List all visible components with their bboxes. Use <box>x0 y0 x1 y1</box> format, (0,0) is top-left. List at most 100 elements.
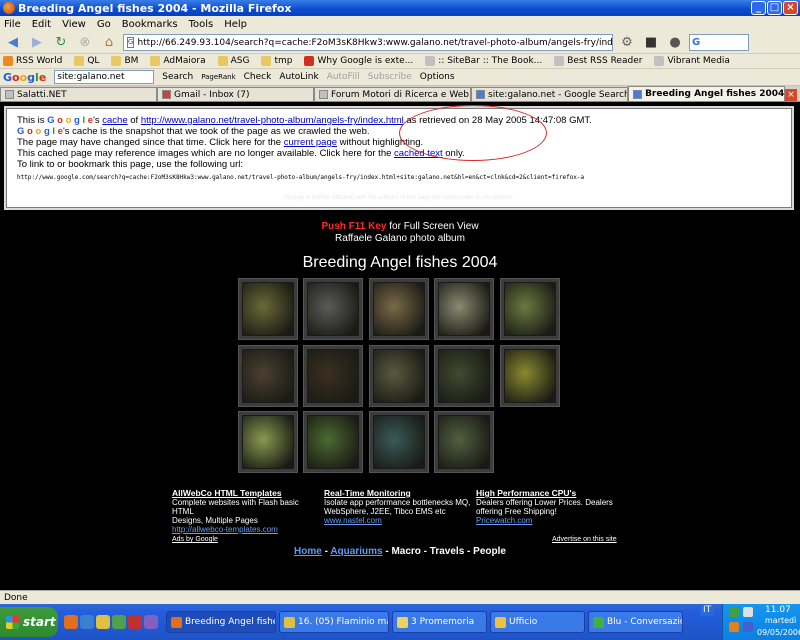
google-logo[interactable]: Google <box>3 71 46 84</box>
taskbar-item-ufficio[interactable]: Ufficio <box>490 611 585 633</box>
bookmark-folder[interactable]: BM <box>111 56 138 66</box>
go-icon[interactable]: ⚙ <box>617 34 637 52</box>
google-search-button[interactable]: Search <box>162 72 193 82</box>
menu-go[interactable]: Go <box>97 19 111 30</box>
tray-icon[interactable] <box>743 607 753 617</box>
forward-arrow-icon[interactable]: ▶ <box>27 34 47 52</box>
pagerank-indicator[interactable]: PageRank <box>201 73 235 81</box>
reload-icon[interactable]: ↻ <box>51 34 71 52</box>
google-toolbar-search-input[interactable]: site:galano.net <box>54 70 155 84</box>
photo-thumbnail[interactable] <box>303 411 363 473</box>
tray-icon[interactable] <box>743 622 753 632</box>
original-url-link[interactable]: http://www.galano.net/travel-photo-album… <box>141 115 404 126</box>
app-quicklaunch-icon[interactable] <box>144 615 158 629</box>
bookmark-item[interactable]: Why Google is exte... <box>304 56 413 66</box>
minimize-button[interactable]: _ <box>751 1 766 15</box>
photo-thumbnail[interactable] <box>303 278 363 340</box>
photo-thumbnail[interactable] <box>369 411 429 473</box>
photo-thumbnail[interactable] <box>434 345 494 407</box>
menu-help[interactable]: Help <box>224 19 247 30</box>
extension-icon[interactable]: ■ <box>641 34 661 52</box>
bookmark-folder[interactable]: tmp <box>261 56 292 66</box>
url-bar[interactable]: G http://66.249.93.104/search?q=cache:F2… <box>123 34 613 51</box>
stop-icon[interactable]: ⊗ <box>75 34 95 52</box>
ad-title[interactable]: AllWebCo HTML Templates <box>172 489 322 498</box>
tab-forum[interactable]: Forum Motori di Ricerca e Web Marketing … <box>314 87 472 101</box>
close-tab-icon[interactable]: × <box>785 89 797 101</box>
photo-thumbnail[interactable] <box>238 278 298 340</box>
nav-home-link[interactable]: Home <box>294 546 322 557</box>
photo-thumbnail[interactable] <box>434 411 494 473</box>
spell-check-button[interactable]: Check <box>244 72 272 82</box>
nav-macro-link[interactable]: Macro <box>391 546 420 557</box>
options-button[interactable]: Options <box>420 72 455 82</box>
home-icon[interactable]: ⌂ <box>99 34 119 52</box>
search-field[interactable]: G <box>689 34 749 51</box>
tab-gmail[interactable]: Gmail - Inbox (7) <box>157 87 315 101</box>
taskbar-item-map[interactable]: 16. (05) Flaminio map... <box>279 611 389 633</box>
close-window-button[interactable]: × <box>783 1 798 15</box>
maximize-button[interactable]: □ <box>767 1 782 15</box>
menu-view[interactable]: View <box>62 19 86 30</box>
globe-icon[interactable]: ● <box>665 34 685 52</box>
app-quicklaunch-icon[interactable] <box>128 615 142 629</box>
photo-thumbnail[interactable] <box>500 345 560 407</box>
bookmark-folder[interactable]: QL <box>74 56 99 66</box>
taskbar-item-firefox[interactable]: Breeding Angel fishes... <box>166 611 276 633</box>
bookmark-folder[interactable]: ASG <box>217 56 249 66</box>
angelfish-photo <box>438 415 490 469</box>
nav-people-link[interactable]: People <box>473 546 506 557</box>
bookmark-item[interactable]: RSS World <box>3 56 62 66</box>
folder-icon <box>111 56 122 66</box>
photo-thumbnail[interactable] <box>369 345 429 407</box>
menu-file[interactable]: File <box>4 19 21 30</box>
ad-title[interactable]: Real-Time Monitoring <box>324 489 474 498</box>
page-favicon-icon: G <box>127 37 135 48</box>
advertise-link[interactable]: Advertise on this site <box>552 536 617 543</box>
autofill-button[interactable]: AutoFill <box>327 72 360 82</box>
bookmark-item[interactable]: :: SiteBar :: The Book... <box>425 56 542 66</box>
photo-thumbnail[interactable] <box>369 278 429 340</box>
clock-time[interactable]: 11.07 <box>765 605 791 615</box>
ad-url[interactable]: Pricewatch.com <box>476 516 626 525</box>
menu-bookmarks[interactable]: Bookmarks <box>122 19 178 30</box>
angelfish-photo <box>242 282 294 336</box>
tab-salatti[interactable]: Salatti.NET <box>0 87 158 101</box>
photo-thumbnail[interactable] <box>238 345 298 407</box>
bookmark-item[interactable]: Best RSS Reader <box>554 56 642 66</box>
taskbar-item-promemoria[interactable]: 3 Promemoria <box>392 611 487 633</box>
ad-title[interactable]: High Performance CPU's <box>476 489 626 498</box>
photo-thumbnail[interactable] <box>238 411 298 473</box>
ad-url[interactable]: http://allwebco-templates.com <box>172 525 322 534</box>
cache-line-1: This is G o o g l e's cache of http://ww… <box>17 115 592 126</box>
note-icon <box>397 616 408 628</box>
language-indicator[interactable]: IT <box>700 604 715 616</box>
photo-thumbnail[interactable] <box>303 345 363 407</box>
autolink-button[interactable]: AutoLink <box>279 72 318 82</box>
photo-thumbnail[interactable] <box>500 278 560 340</box>
cache-link[interactable]: cache <box>102 115 127 126</box>
app-quicklaunch-icon[interactable] <box>112 615 126 629</box>
photo-thumbnail[interactable] <box>434 278 494 340</box>
taskbar-item-conversation[interactable]: Blu - Conversazione <box>588 611 683 633</box>
menu-edit[interactable]: Edit <box>32 19 51 30</box>
ad-url[interactable]: www.nastel.com <box>324 516 474 525</box>
nav-travels-link[interactable]: Travels <box>430 546 464 557</box>
bookmark-folder[interactable]: AdMaiora <box>150 56 206 66</box>
tab-google-search[interactable]: site:galano.net - Google Search <box>471 87 629 101</box>
tray-icon[interactable] <box>729 607 739 617</box>
tab-breeding-angel-fishes[interactable]: Breeding Angel fishes 2004 <box>628 86 786 101</box>
ads-by-google-link[interactable]: Ads by Google <box>172 536 218 543</box>
firefox-quicklaunch-icon[interactable] <box>64 615 78 629</box>
bookmark-item[interactable]: Vibrant Media <box>654 56 730 66</box>
current-page-link[interactable]: current page <box>284 137 337 148</box>
tab-bar: Salatti.NET Gmail - Inbox (7) Forum Moto… <box>0 86 800 102</box>
explorer-quicklaunch-icon[interactable] <box>96 615 110 629</box>
nav-aquariums-link[interactable]: Aquariums <box>330 546 382 557</box>
menu-tools[interactable]: Tools <box>189 19 214 30</box>
back-arrow-icon[interactable]: ◀ <box>3 34 23 52</box>
tray-icon[interactable] <box>729 622 739 632</box>
subscribe-button[interactable]: Subscribe <box>368 72 412 82</box>
ie-quicklaunch-icon[interactable] <box>80 615 94 629</box>
start-button[interactable]: start <box>0 607 58 637</box>
